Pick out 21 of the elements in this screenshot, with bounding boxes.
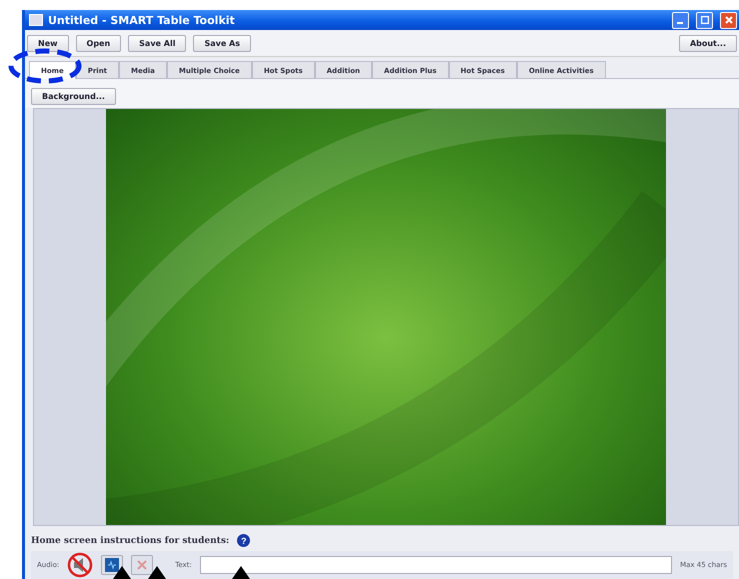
minimize-icon[interactable] — [672, 12, 689, 28]
pointer-arrow — [148, 566, 166, 579]
instructions-heading: Home screen instructions for students: — [31, 536, 230, 546]
delete-icon — [137, 560, 148, 570]
close-icon[interactable] — [720, 12, 737, 28]
save-as-button[interactable]: Save As — [193, 34, 251, 52]
record-button[interactable] — [101, 555, 124, 575]
pointer-arrow — [232, 566, 250, 579]
window-title: Untitled - SMART Table Toolkit — [48, 14, 236, 26]
maximize-icon[interactable] — [696, 12, 713, 28]
muted-speaker-icon[interactable] — [67, 552, 94, 578]
new-button[interactable]: New — [27, 34, 69, 52]
open-button[interactable]: Open — [76, 34, 122, 52]
background-button[interactable]: Background... — [31, 88, 116, 105]
save-all-button[interactable]: Save All — [128, 34, 186, 52]
about-button[interactable]: About... — [678, 34, 737, 52]
text-field[interactable] — [200, 556, 672, 574]
pointer-arrow — [113, 566, 131, 579]
audio-file-icon — [105, 558, 120, 572]
help-button[interactable]: ? — [237, 534, 250, 547]
app-icon — [29, 14, 43, 26]
